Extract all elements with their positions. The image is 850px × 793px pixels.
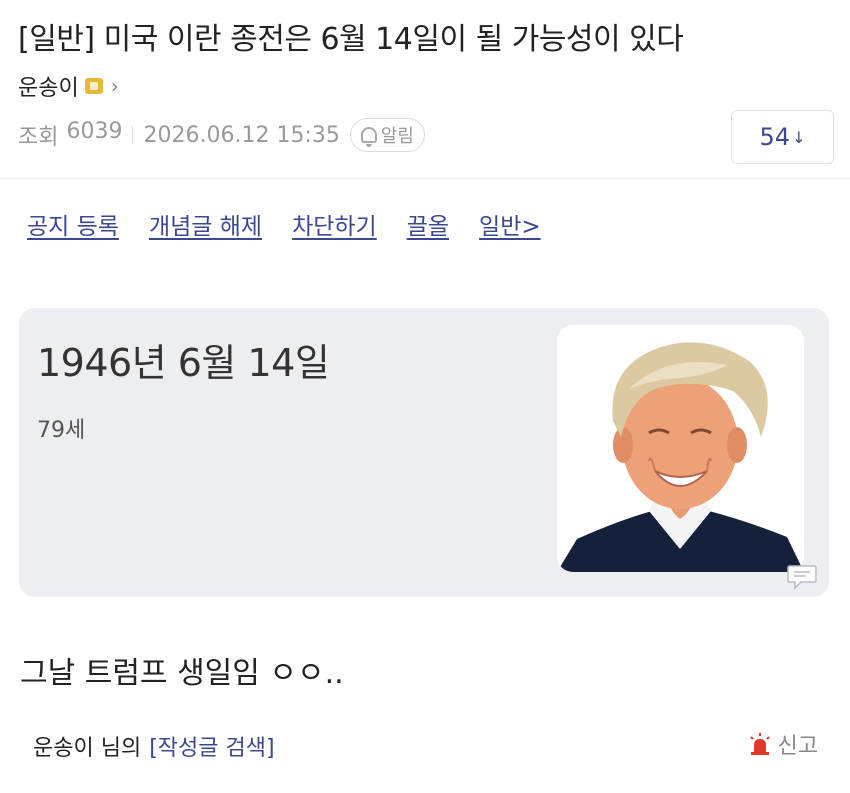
post-datetime: 2026.06.12 15:35 [143,122,340,148]
report-label: 신고 [777,734,818,759]
birthday-card: 1946년 6월 14일 79세 [19,308,829,597]
notice-register-link[interactable]: 공지 등록 [27,207,119,241]
meta-divider [132,126,134,144]
alarm-label: 알림 [380,126,414,147]
author-suffix-label: 운송이 님의 [33,736,142,761]
chevron-right-icon[interactable]: › [111,74,119,98]
author-row[interactable]: 운송이 › [18,70,119,102]
comment-count-button[interactable]: 54 ↓ [731,110,834,164]
comment-count-value: 54 [759,123,791,151]
category-link[interactable]: 일반> [479,207,541,241]
concept-release-link[interactable]: 개념글 해제 [149,207,262,241]
gallery-badge-icon [84,78,103,94]
bump-link[interactable]: 끌올 [407,207,449,241]
header-divider [0,178,850,179]
views-label: 조회 [18,125,59,150]
speech-bubble-icon[interactable] [787,564,817,590]
post-meta: 조회 6039 2026.06.12 15:35 알림 [18,118,425,152]
block-link[interactable]: 차단하기 [292,207,377,241]
author-posts-area: 운송이 님의 [작성글 검색] [33,730,275,762]
down-arrow-icon: ↓ [792,127,806,147]
card-birthdate: 1946년 6월 14일 [37,341,330,385]
view-count: 조회 6039 [18,119,122,151]
author-name[interactable]: 운송이 [18,70,79,102]
post-body-text: 그날 트럼프 생일임 ㅇㅇ.. [20,656,344,691]
author-posts-search-link[interactable]: [작성글 검색] [149,730,274,762]
card-age: 79세 [37,418,86,443]
post-title: [일반] 미국 이란 종전은 6월 14일이 될 가능성이 있다 [18,22,684,57]
alarm-button[interactable]: 알림 [349,118,425,152]
report-button[interactable]: 신고 [748,728,818,760]
bell-icon [360,127,377,147]
portrait-image [557,325,804,572]
admin-actions: 공지 등록 개념글 해제 차단하기 끌올 일반> [27,207,541,241]
views-value: 6039 [66,119,123,144]
siren-icon [749,733,770,755]
